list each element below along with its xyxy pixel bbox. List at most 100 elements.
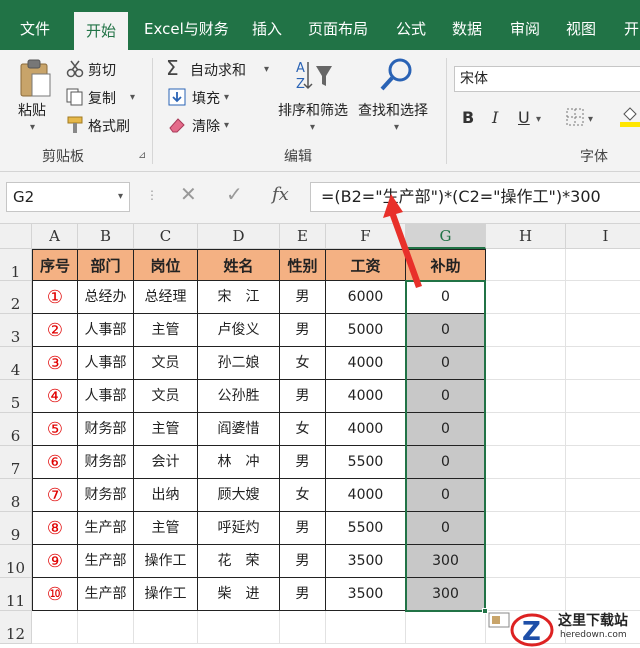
empty-cell[interactable] — [486, 446, 566, 479]
table-cell[interactable]: 财务部 — [78, 413, 134, 446]
table-cell[interactable]: 人事部 — [78, 380, 134, 413]
tab-insert[interactable]: 插入 — [252, 0, 282, 50]
empty-cell[interactable] — [32, 611, 78, 644]
sort-filter-dropdown-icon[interactable]: ▾ — [310, 122, 315, 133]
empty-cell[interactable] — [486, 545, 566, 578]
column-header-i[interactable]: I — [566, 224, 640, 249]
header-cell[interactable]: 序号 — [32, 249, 78, 281]
empty-cell[interactable] — [486, 281, 566, 314]
empty-cell[interactable] — [78, 611, 134, 644]
empty-cell[interactable] — [406, 611, 486, 644]
table-cell[interactable]: 花 荣 — [198, 545, 280, 578]
paste-dropdown-icon[interactable]: ▾ — [30, 122, 35, 133]
table-cell[interactable]: 男 — [280, 314, 326, 347]
table-cell[interactable]: 4000 — [326, 347, 406, 380]
clear-dropdown-icon[interactable]: ▾ — [224, 120, 229, 131]
table-cell[interactable]: 300 — [406, 545, 486, 578]
table-cell[interactable]: 总经办 — [78, 281, 134, 314]
table-cell[interactable]: 4000 — [326, 380, 406, 413]
tab-home[interactable]: 开始 — [74, 12, 129, 50]
header-cell[interactable]: 岗位 — [134, 249, 198, 281]
table-cell[interactable]: 0 — [406, 479, 486, 512]
table-cell[interactable]: 女 — [280, 479, 326, 512]
empty-cell[interactable] — [566, 512, 640, 545]
table-cell[interactable]: 3500 — [326, 578, 406, 611]
table-cell[interactable]: ① — [32, 281, 78, 314]
row-header-8[interactable]: 8 — [0, 479, 32, 512]
empty-cell[interactable] — [566, 249, 640, 281]
table-cell[interactable]: 会计 — [134, 446, 198, 479]
table-cell[interactable]: 操作工 — [134, 545, 198, 578]
empty-cell[interactable] — [566, 347, 640, 380]
enter-check-icon[interactable]: ✓ — [226, 182, 243, 206]
table-cell[interactable]: 财务部 — [78, 446, 134, 479]
empty-cell[interactable] — [134, 611, 198, 644]
column-header-a[interactable]: A — [32, 224, 78, 249]
table-cell[interactable]: ⑥ — [32, 446, 78, 479]
table-cell[interactable]: 文员 — [134, 347, 198, 380]
table-cell[interactable]: ③ — [32, 347, 78, 380]
tab-data[interactable]: 数据 — [452, 0, 482, 50]
table-cell[interactable]: 宋 江 — [198, 281, 280, 314]
table-cell[interactable]: 生产部 — [78, 578, 134, 611]
table-cell[interactable]: ⑤ — [32, 413, 78, 446]
empty-cell[interactable] — [486, 380, 566, 413]
empty-cell[interactable] — [486, 413, 566, 446]
table-cell[interactable]: 顾大嫂 — [198, 479, 280, 512]
empty-cell[interactable] — [566, 479, 640, 512]
table-cell[interactable]: 人事部 — [78, 347, 134, 380]
row-header-12[interactable]: 12 — [0, 611, 32, 644]
table-cell[interactable]: ⑨ — [32, 545, 78, 578]
table-cell[interactable]: ⑧ — [32, 512, 78, 545]
table-cell[interactable]: 男 — [280, 512, 326, 545]
tab-file[interactable]: 文件 — [20, 0, 50, 50]
column-header-c[interactable]: C — [134, 224, 198, 249]
name-box-dropdown-icon[interactable]: ▾ — [118, 183, 123, 211]
row-header-5[interactable]: 5 — [0, 380, 32, 413]
table-cell[interactable]: 财务部 — [78, 479, 134, 512]
empty-cell[interactable] — [486, 314, 566, 347]
empty-cell[interactable] — [486, 512, 566, 545]
tab-page-layout[interactable]: 页面布局 — [308, 0, 368, 50]
table-cell[interactable]: 男 — [280, 578, 326, 611]
table-cell[interactable]: 男 — [280, 446, 326, 479]
table-cell[interactable]: 主管 — [134, 512, 198, 545]
table-cell[interactable]: 女 — [280, 413, 326, 446]
table-cell[interactable]: 3500 — [326, 545, 406, 578]
empty-cell[interactable] — [486, 347, 566, 380]
drag-handle-icon[interactable]: ⋮ — [146, 188, 158, 202]
fill-color-icon[interactable] — [620, 104, 640, 128]
table-cell[interactable]: 5500 — [326, 512, 406, 545]
row-header-9[interactable]: 9 — [0, 512, 32, 545]
table-cell[interactable]: 柴 进 — [198, 578, 280, 611]
empty-cell[interactable] — [566, 446, 640, 479]
row-header-2[interactable]: 2 — [0, 281, 32, 314]
dialog-launcher-icon[interactable]: ⊿ — [138, 150, 146, 161]
table-cell[interactable]: 操作工 — [134, 578, 198, 611]
row-header-7[interactable]: 7 — [0, 446, 32, 479]
table-cell[interactable]: 0 — [406, 347, 486, 380]
copy-dropdown-icon[interactable]: ▾ — [130, 92, 135, 103]
table-cell[interactable]: ② — [32, 314, 78, 347]
empty-cell[interactable] — [486, 479, 566, 512]
cancel-icon[interactable]: ✕ — [180, 182, 197, 206]
borders-icon[interactable] — [566, 108, 584, 126]
empty-cell[interactable] — [280, 611, 326, 644]
row-header-1[interactable]: 1 — [0, 249, 32, 281]
bold-button[interactable]: B — [462, 108, 474, 127]
table-cell[interactable]: ⑩ — [32, 578, 78, 611]
table-cell[interactable]: 4000 — [326, 479, 406, 512]
table-cell[interactable]: 主管 — [134, 413, 198, 446]
row-header-4[interactable]: 4 — [0, 347, 32, 380]
table-cell[interactable]: 女 — [280, 347, 326, 380]
table-cell[interactable]: 5500 — [326, 446, 406, 479]
table-cell[interactable]: 阎婆惜 — [198, 413, 280, 446]
insert-function-button[interactable]: fx — [272, 184, 289, 205]
row-header-10[interactable]: 10 — [0, 545, 32, 578]
table-cell[interactable]: 0 — [406, 314, 486, 347]
table-cell[interactable]: 呼延灼 — [198, 512, 280, 545]
empty-cell[interactable] — [486, 249, 566, 281]
borders-dropdown-icon[interactable]: ▾ — [588, 114, 593, 125]
table-cell[interactable]: 男 — [280, 380, 326, 413]
underline-button[interactable]: U — [518, 108, 530, 127]
